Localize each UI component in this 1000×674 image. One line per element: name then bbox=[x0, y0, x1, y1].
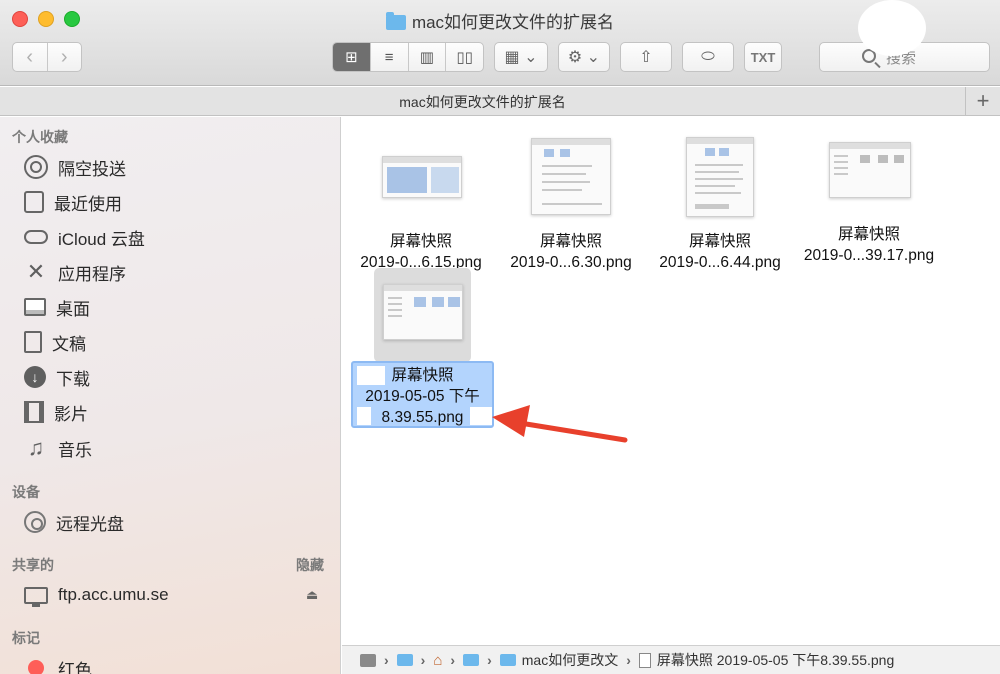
tags-header: 标记 bbox=[12, 630, 40, 646]
folder-icon bbox=[499, 654, 516, 666]
cloud-icon bbox=[24, 230, 48, 244]
path-bar: › › ⌂ › › mac如何更改文 › 屏幕快照 2019-05-05 下午8.3… bbox=[342, 645, 1000, 674]
home-icon: ⌂ bbox=[433, 651, 443, 669]
music-icon: ♫ bbox=[27, 435, 45, 460]
desktop-icon bbox=[24, 298, 46, 316]
sidebar: 个人收藏 隔空投送 最近使用 iCloud 云盘 ✕ 应用程序 桌面 文稿 ↓ … bbox=[0, 117, 341, 674]
downloads-icon: ↓ bbox=[24, 366, 46, 388]
shared-header: 共享的 bbox=[12, 557, 54, 573]
sidebar-item-recents[interactable]: 最近使用 bbox=[24, 187, 122, 217]
path-item-folder[interactable]: › bbox=[463, 652, 500, 668]
edit-tags-button[interactable]: ⬭ bbox=[682, 42, 734, 72]
file-thumbnail[interactable] bbox=[382, 156, 462, 198]
file-item[interactable]: 屏幕快照 2019-0...39.17.png bbox=[799, 224, 939, 266]
title-bar: mac如何更改文件的扩展名 ‹ › ⊞ ≡ ▥ ▯▯ ▦ ⌄ ⚙ ⌄ ⇧ ⬭ T… bbox=[0, 0, 1000, 86]
sidebar-item-remote-disc[interactable]: 远程光盘 bbox=[24, 507, 124, 537]
sidebar-item-desktop[interactable]: 桌面 bbox=[24, 292, 90, 322]
disc-icon bbox=[24, 511, 46, 533]
list-view-button[interactable]: ≡ bbox=[369, 43, 408, 71]
airdrop-icon bbox=[24, 155, 48, 179]
recents-icon bbox=[24, 191, 44, 213]
red-tag-icon bbox=[28, 660, 44, 674]
view-mode-switcher: ⊞ ≡ ▥ ▯▯ bbox=[332, 42, 484, 72]
sidebar-item-airdrop[interactable]: 隔空投送 bbox=[24, 152, 126, 182]
occlusion-blob bbox=[858, 0, 926, 56]
shared-hide-button[interactable]: 隐藏 bbox=[296, 555, 324, 575]
forward-button[interactable]: › bbox=[46, 43, 82, 71]
file-thumbnail[interactable] bbox=[686, 137, 754, 217]
file-thumbnail[interactable] bbox=[829, 142, 911, 198]
file-item[interactable]: 屏幕快照 2019-0...6.15.png bbox=[351, 231, 491, 273]
sidebar-item-applications[interactable]: ✕ 应用程序 bbox=[24, 257, 126, 287]
monitor-icon bbox=[24, 586, 48, 607]
folder-icon bbox=[396, 654, 413, 666]
gallery-view-button[interactable]: ▯▯ bbox=[445, 43, 483, 71]
sidebar-item-icloud[interactable]: iCloud 云盘 bbox=[24, 222, 145, 252]
file-item[interactable]: 屏幕快照 2019-0...6.44.png bbox=[650, 231, 790, 273]
window-title: mac如何更改文件的扩展名 bbox=[0, 8, 1000, 33]
path-item-folder[interactable]: › bbox=[396, 652, 434, 668]
applications-icon: ✕ bbox=[26, 259, 46, 284]
column-view-button[interactable]: ▥ bbox=[407, 43, 446, 71]
movies-icon bbox=[24, 401, 44, 423]
devices-header: 设备 bbox=[12, 484, 40, 500]
file-item[interactable]: 屏幕快照 2019-0...6.30.png bbox=[501, 231, 641, 273]
path-item-current-folder[interactable]: mac如何更改文 › bbox=[499, 650, 639, 670]
documents-icon bbox=[24, 331, 42, 353]
favorites-header: 个人收藏 bbox=[12, 129, 68, 145]
file-thumbnail[interactable] bbox=[383, 284, 463, 340]
icon-view-button[interactable]: ⊞ bbox=[333, 43, 370, 71]
txt-button[interactable]: TXT bbox=[744, 42, 782, 72]
share-button[interactable]: ⇧ bbox=[620, 42, 672, 72]
group-by-button[interactable]: ▦ ⌄ bbox=[494, 42, 548, 72]
file-thumbnail[interactable] bbox=[531, 138, 611, 215]
sidebar-item-movies[interactable]: 影片 bbox=[24, 397, 88, 427]
path-item-home[interactable]: ⌂ › bbox=[433, 652, 463, 669]
action-gear-button[interactable]: ⚙ ⌄ bbox=[558, 42, 610, 72]
path-item-file[interactable]: 屏幕快照 2019-05-05 下午8.39.55.png bbox=[638, 650, 894, 670]
sidebar-item-documents[interactable]: 文稿 bbox=[24, 327, 86, 357]
tab-bar: mac如何更改文件的扩展名 + bbox=[0, 87, 1000, 116]
sidebar-item-ftp-server[interactable]: ftp.acc.umu.se bbox=[24, 580, 169, 610]
sidebar-item-downloads[interactable]: ↓ 下载 bbox=[24, 362, 90, 392]
sidebar-item-music[interactable]: ♫ 音乐 bbox=[24, 433, 92, 463]
folder-icon bbox=[463, 654, 480, 666]
navigation-buttons: ‹ › bbox=[12, 42, 82, 72]
disk-icon bbox=[360, 653, 376, 667]
folder-icon bbox=[385, 12, 406, 30]
sidebar-item-tag-red[interactable]: 红色 bbox=[24, 653, 92, 674]
selected-file-name-editor[interactable]: 屏幕快照 2019-05-05 下午 8.39.55.png bbox=[351, 361, 494, 428]
back-button[interactable]: ‹ bbox=[13, 43, 47, 71]
eject-icon[interactable]: ⏏ bbox=[306, 587, 318, 603]
path-item-disk[interactable]: › bbox=[360, 652, 397, 668]
file-icon bbox=[638, 652, 651, 668]
tab-title[interactable]: mac如何更改文件的扩展名 bbox=[0, 92, 965, 112]
new-tab-button[interactable]: + bbox=[965, 87, 1000, 115]
red-arrow-annotation bbox=[492, 405, 628, 443]
